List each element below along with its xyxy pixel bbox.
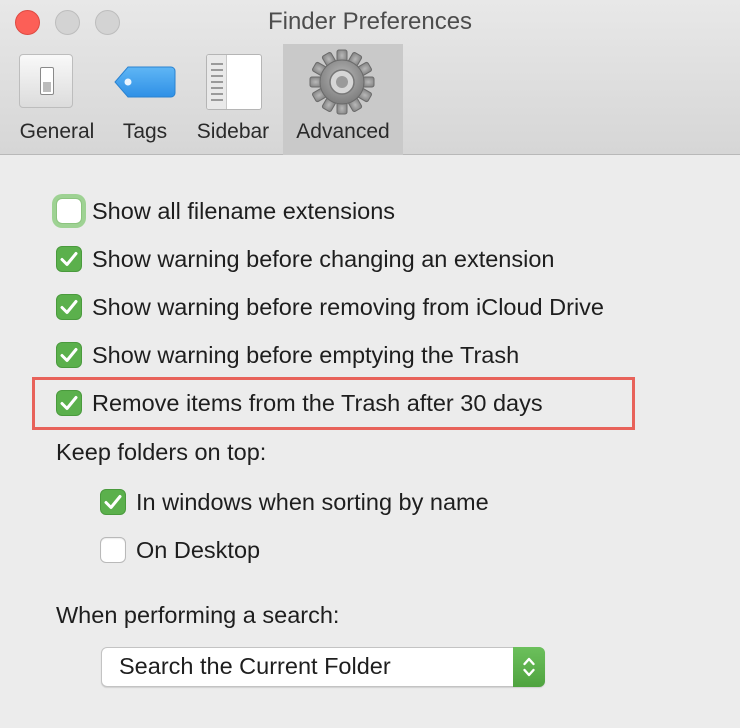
tab-tags[interactable]: Tags <box>109 44 181 155</box>
warn-icloud-remove-label: Show warning before removing from iCloud… <box>92 293 604 320</box>
gear-icon <box>309 49 375 115</box>
tab-advanced[interactable]: Advanced <box>283 44 403 155</box>
warn-empty-trash-checkbox[interactable] <box>56 342 82 368</box>
tag-icon <box>114 66 176 98</box>
warn-empty-trash-label: Show warning before emptying the Trash <box>92 341 520 368</box>
search-scope-value: Search the Current Folder <box>119 653 391 679</box>
remove-trash-30-days-checkbox[interactable] <box>56 390 82 416</box>
sidebar-icon <box>206 54 262 110</box>
updown-chevron-icon <box>523 657 535 677</box>
show-extensions-checkbox[interactable] <box>56 198 82 224</box>
option-warn-icloud-remove[interactable]: Show warning before removing from iCloud… <box>56 292 604 322</box>
option-warn-empty-trash[interactable]: Show warning before emptying the Trash <box>56 340 519 370</box>
window-toolbar: Finder Preferences General Tags Sidebar … <box>0 0 740 155</box>
folders-desktop-label: On Desktop <box>136 536 261 563</box>
folders-windows-checkbox[interactable] <box>100 489 126 515</box>
tab-sidebar-label: Sidebar <box>196 120 270 143</box>
option-folders-windows[interactable]: In windows when sorting by name <box>100 487 489 517</box>
warn-extension-change-checkbox[interactable] <box>56 246 82 272</box>
search-heading: When performing a search: <box>56 602 340 628</box>
keep-folders-heading: Keep folders on top: <box>56 439 267 465</box>
popup-stepper-icon[interactable] <box>513 647 545 687</box>
checkmark-icon <box>104 495 122 509</box>
option-show-extensions[interactable]: Show all filename extensions <box>56 196 395 226</box>
checkmark-icon <box>60 252 78 266</box>
tab-general[interactable]: General <box>5 44 109 155</box>
search-scope-popup[interactable]: Search the Current Folder <box>101 647 545 687</box>
checkmark-icon <box>60 300 78 314</box>
show-extensions-label: Show all filename extensions <box>92 197 396 224</box>
tab-advanced-label: Advanced <box>296 120 390 143</box>
warn-extension-change-label: Show warning before changing an extensio… <box>92 245 555 272</box>
tab-sidebar[interactable]: Sidebar <box>188 44 278 155</box>
option-folders-desktop[interactable]: On Desktop <box>100 535 260 565</box>
remove-trash-30-days-label: Remove items from the Trash after 30 day… <box>92 389 543 416</box>
option-remove-trash-30-days[interactable]: Remove items from the Trash after 30 day… <box>56 388 543 418</box>
general-switch-icon <box>19 54 73 108</box>
warn-icloud-remove-checkbox[interactable] <box>56 294 82 320</box>
window-title: Finder Preferences <box>267 8 473 35</box>
folders-windows-label: In windows when sorting by name <box>136 488 489 515</box>
tab-tags-label: Tags <box>122 120 168 143</box>
checkmark-icon <box>60 348 78 362</box>
folders-desktop-checkbox[interactable] <box>100 537 126 563</box>
tab-general-label: General <box>19 120 95 143</box>
option-warn-extension-change[interactable]: Show warning before changing an extensio… <box>56 244 554 274</box>
checkmark-icon <box>60 396 78 410</box>
